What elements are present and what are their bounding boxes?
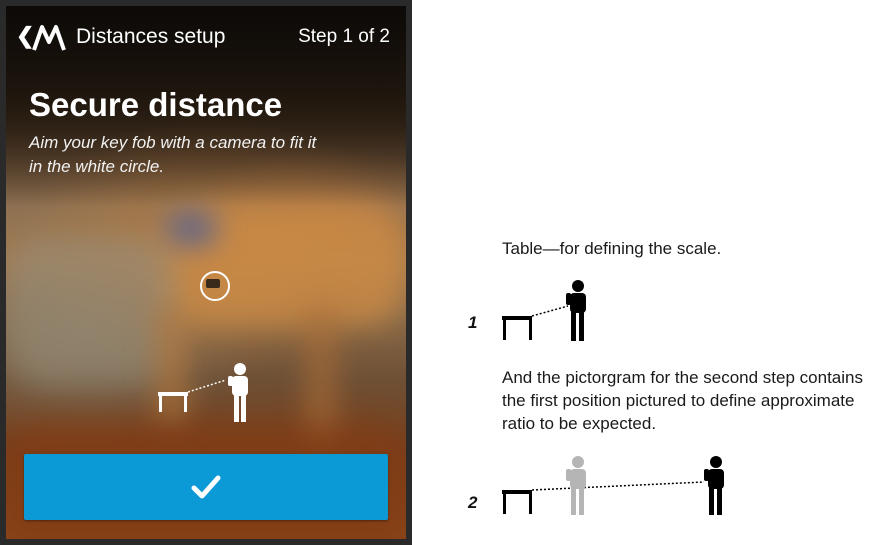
- person-first-position-icon: [566, 456, 586, 515]
- person-icon: [704, 456, 724, 515]
- motorola-logo-icon: [32, 25, 66, 51]
- table-icon: [502, 490, 532, 514]
- step-number-2: 2: [468, 493, 478, 512]
- table-caption: Table—for defining the scale.: [502, 239, 722, 258]
- pictogram-caption: And the pictorgram for the second step c…: [502, 368, 863, 433]
- table-icon: [158, 392, 188, 412]
- distance-pictogram: [158, 363, 248, 422]
- person-icon: [228, 363, 248, 422]
- phone-frame: ❮ Distances setup Step 1 of 2 Secure dis…: [0, 0, 412, 545]
- checkmark-icon: [191, 475, 221, 499]
- page-title: Secure distance: [29, 86, 283, 123]
- app-bar: ❮ Distances setup Step 1 of 2: [6, 6, 406, 68]
- blurred-table-leg: [306, 306, 336, 446]
- table-icon: [502, 316, 532, 340]
- confirm-button[interactable]: [24, 454, 388, 520]
- person-icon: [566, 280, 586, 341]
- blurred-floor: [6, 236, 176, 386]
- blurred-object: [166, 211, 216, 246]
- step2-pictogram: [502, 456, 724, 515]
- app-title: Distances setup: [76, 25, 226, 48]
- step1-pictogram: [502, 280, 586, 341]
- step-indicator: Step 1 of 2: [298, 26, 390, 47]
- step-number-1: 1: [468, 313, 478, 332]
- camera-viewfinder: ❮ Distances setup Step 1 of 2 Secure dis…: [6, 6, 406, 539]
- instruction-text: Aim your key fob with a camera to fit it…: [29, 133, 317, 176]
- target-circle: [200, 271, 230, 301]
